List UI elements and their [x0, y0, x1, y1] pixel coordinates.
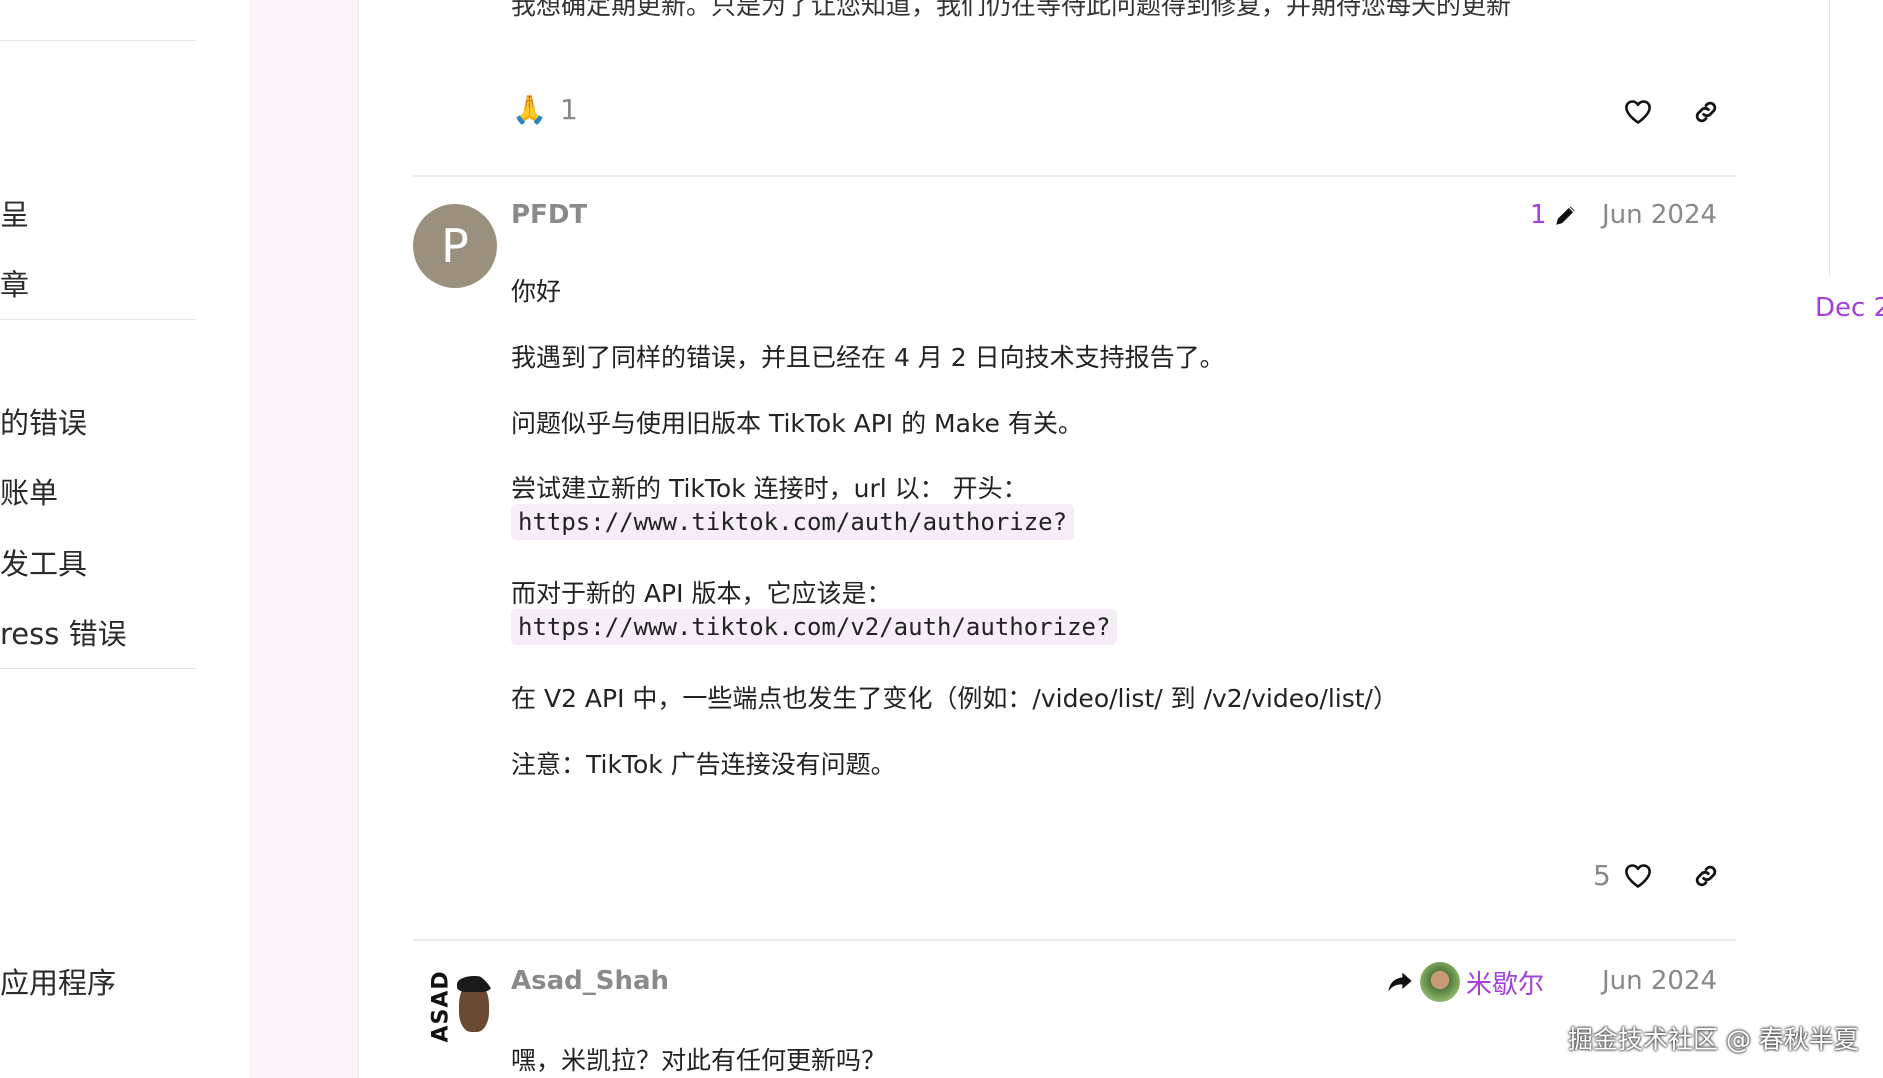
post-paragraph: 在 V2 API 中，一些端点也发生了变化（例如：/video/list/ 到 …: [511, 684, 1398, 713]
post-paragraph: 尝试建立新的 TikTok 连接时，url 以： 开头：: [511, 474, 1028, 503]
sidebar-item[interactable]: ress 错误: [0, 611, 127, 653]
sidebar-divider: [0, 319, 196, 320]
like-button[interactable]: [1618, 856, 1658, 896]
like-count: 5: [1593, 859, 1611, 892]
timeline-date[interactable]: Dec 2: [1815, 293, 1883, 323]
copy-link-button[interactable]: [1686, 856, 1726, 896]
avatar-hair: [457, 976, 491, 992]
reply-to[interactable]: 米歇尔: [1386, 962, 1544, 1002]
link-icon: [1695, 865, 1717, 887]
link-icon: [1695, 101, 1717, 123]
post-paragraph: 我遇到了同样的错误，并且已经在 4 月 2 日向技术支持报告了。: [511, 343, 1225, 372]
avatar-letter: P: [441, 219, 469, 273]
reply-username: 米歇尔: [1466, 969, 1545, 1000]
post-paragraph: 嘿，米凯拉？对此有任何更新吗？: [511, 1046, 887, 1075]
username[interactable]: PFDT: [511, 200, 587, 230]
post-divider: [413, 939, 1736, 941]
post-text-partial: 我想确定期更新。只是为了让您知道，我们仍在等待此问题得到修复，并期待您每天的更新: [511, 0, 1512, 20]
avatar[interactable]: ASAD: [413, 968, 497, 1052]
post-paragraph: 你好: [511, 277, 562, 306]
post-paragraph: 而对于新的 API 版本，它应该是：: [511, 579, 892, 608]
reaction-count: 1: [560, 93, 578, 126]
edit-history-button[interactable]: 1: [1530, 200, 1579, 230]
code-snippet: https://www.tiktok.com/auth/authorize?: [511, 504, 1075, 540]
heart-icon: [1625, 864, 1651, 888]
avatar[interactable]: P: [413, 204, 497, 288]
watermark: 掘金技术社区 @ 春秋半夏: [1568, 1025, 1859, 1054]
username[interactable]: Asad_Shah: [511, 966, 669, 996]
post-divider: [413, 175, 1736, 177]
timeline-track[interactable]: [1829, 0, 1830, 277]
sidebar-item[interactable]: 的错误: [0, 400, 87, 442]
post-date[interactable]: Jun 2024: [1602, 200, 1717, 230]
heart-icon: [1625, 100, 1651, 124]
sidebar-divider: [0, 40, 196, 41]
copy-link-button[interactable]: [1686, 92, 1726, 132]
sidebar-item[interactable]: 呈: [0, 192, 29, 234]
avatar-text: ASAD: [428, 970, 454, 1043]
edit-count: 1: [1530, 200, 1547, 230]
post-date[interactable]: Jun 2024: [1602, 966, 1717, 996]
sidebar-item[interactable]: 应用程序: [0, 960, 116, 1002]
sidebar-divider: [0, 668, 196, 669]
post-paragraph: 问题似乎与使用旧版本 TikTok API 的 Make 有关。: [511, 409, 1083, 438]
sidebar-item[interactable]: 账单: [0, 470, 58, 512]
sidebar: 呈 章 的错误 账单 发工具 ress 错误 应用程序: [0, 0, 250, 1078]
like-button[interactable]: [1618, 92, 1658, 132]
sidebar-item[interactable]: 发工具: [0, 541, 87, 583]
reaction-emoji[interactable]: 🙏: [512, 93, 547, 126]
code-snippet: https://www.tiktok.com/v2/auth/authorize…: [511, 609, 1118, 645]
reply-avatar: [1420, 962, 1460, 1002]
sidebar-gutter: [250, 0, 359, 1078]
sidebar-item[interactable]: 章: [0, 262, 29, 304]
reply-arrow-icon: [1388, 972, 1412, 992]
post-paragraph: 注意：TikTok 广告连接没有问题。: [511, 750, 896, 779]
pencil-icon: [1555, 206, 1575, 225]
